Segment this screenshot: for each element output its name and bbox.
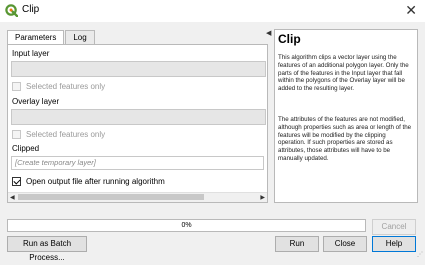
help-title: Clip — [278, 32, 301, 46]
parameters-panel: Input layer Selected features only Overl… — [7, 44, 268, 203]
overlay-selected-only-label: Selected features only — [26, 130, 106, 139]
help-paragraph-1: This algorithm clips a vector layer usin… — [278, 54, 409, 93]
help-button[interactable]: Help — [372, 236, 416, 252]
tab-bar: Parameters Log — [7, 30, 96, 45]
input-selected-only-label: Selected features only — [26, 82, 106, 91]
collapse-left-arrow-icon[interactable]: ◀ — [266, 29, 271, 37]
resize-grip-icon[interactable]: ⋰ — [417, 251, 423, 258]
input-selected-only-checkbox[interactable] — [12, 82, 21, 91]
close-window-icon[interactable]: ✕ — [405, 2, 417, 18]
overlay-selected-only-checkbox[interactable] — [12, 130, 21, 139]
scroll-left-icon[interactable]: ◀ — [10, 194, 15, 201]
open-output-checkbox[interactable] — [12, 177, 21, 186]
open-output-row: Open output file after running algorithm — [12, 176, 165, 187]
clipped-output-label: Clipped — [12, 144, 40, 153]
overlay-selected-only-row: Selected features only — [12, 129, 105, 140]
overlay-layer-label: Overlay layer — [12, 97, 60, 106]
tab-parameters[interactable]: Parameters — [7, 30, 65, 45]
help-panel: Clip This algorithm clips a vector layer… — [274, 29, 418, 203]
clipped-output-field[interactable]: [Create temporary layer] — [11, 156, 264, 170]
close-button[interactable]: Close — [323, 236, 367, 252]
progress-bar: 0% — [7, 219, 366, 232]
overlay-layer-combo[interactable] — [11, 109, 266, 125]
clip-dialog: Clip ✕ Parameters Log Input layer Select… — [0, 0, 425, 262]
input-layer-combo[interactable] — [11, 61, 266, 77]
scrollbar-thumb[interactable] — [18, 194, 204, 200]
scroll-right-icon[interactable]: ▶ — [260, 194, 265, 201]
input-selected-only-row: Selected features only — [12, 81, 105, 92]
qgis-icon — [5, 4, 18, 17]
run-button[interactable]: Run — [275, 236, 319, 252]
tab-log[interactable]: Log — [65, 30, 95, 44]
window-title: Clip — [22, 4, 40, 15]
horizontal-scrollbar[interactable]: ◀ ▶ — [8, 192, 267, 202]
cancel-button[interactable]: Cancel — [372, 219, 416, 235]
help-paragraph-2: The attributes of the features are not m… — [278, 116, 412, 162]
title-bar: Clip ✕ — [0, 0, 425, 22]
input-layer-label: Input layer — [12, 49, 50, 58]
open-output-label: Open output file after running algorithm — [26, 177, 165, 186]
run-as-batch-button[interactable]: Run as Batch Process... — [7, 236, 87, 262]
